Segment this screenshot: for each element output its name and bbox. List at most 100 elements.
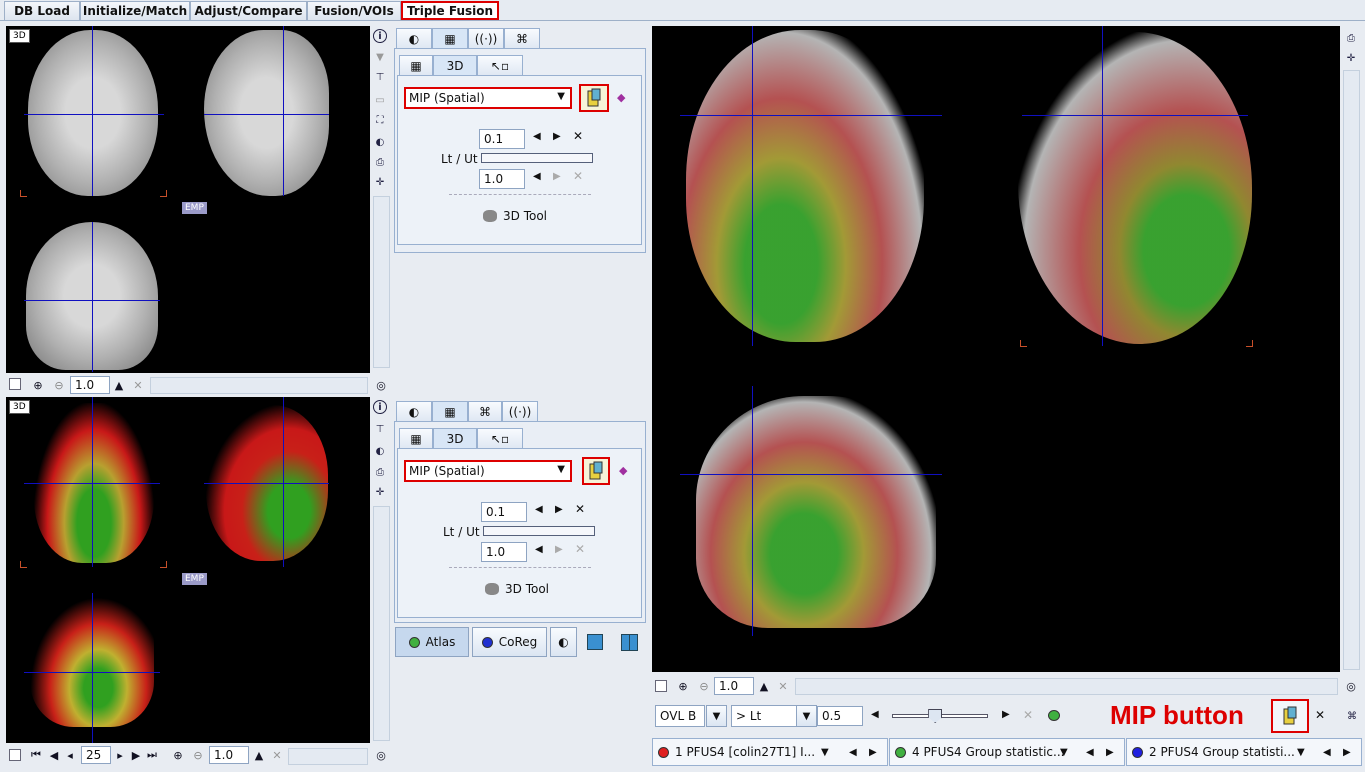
cursor-tool-icon[interactable]: ⌘ [1345, 709, 1359, 723]
zoom-out-icon[interactable]: ⊖ [51, 375, 67, 395]
prev-icon[interactable]: ◀ [1086, 747, 1094, 758]
mip-icon[interactable] [582, 457, 610, 485]
viewer-top-left[interactable]: 3D EMP [6, 26, 370, 373]
layout-icon[interactable]: ⊤ [373, 422, 387, 436]
close-icon[interactable]: ✕ [573, 169, 583, 183]
reset-icon[interactable]: ✕ [270, 745, 284, 765]
arrow-down-icon[interactable]: ▼ [373, 50, 387, 64]
slice-field[interactable]: 25 [81, 746, 111, 764]
upper-threshold-field[interactable]: 1.0 [481, 542, 527, 562]
layout-icon[interactable]: ⊤ [373, 70, 387, 84]
viewer-options-icon[interactable]: ◎ [1344, 676, 1358, 696]
tab-grid[interactable]: ▦ [432, 28, 468, 48]
viewer-options-icon[interactable]: ◎ [374, 745, 388, 765]
viewer-main[interactable] [652, 26, 1340, 672]
next-icon[interactable]: ▶ [1106, 747, 1114, 758]
info-icon[interactable]: i [373, 29, 387, 43]
print-icon[interactable]: ⎙ [373, 465, 387, 479]
tab-signal[interactable]: ((·)) [502, 401, 538, 421]
viewer-options-icon[interactable]: ◎ [374, 375, 388, 395]
lower-threshold-field[interactable]: 0.1 [479, 129, 525, 149]
chevron-down-icon[interactable]: ▼ [1060, 747, 1068, 758]
close-icon[interactable]: ✕ [1315, 708, 1325, 722]
reset-icon[interactable]: ✕ [776, 676, 790, 696]
zoom-field[interactable]: 1.0 [209, 746, 249, 764]
decrease-icon[interactable]: ◀ [533, 171, 541, 182]
zoom-up-icon[interactable]: ▲ [252, 745, 266, 765]
range-slider[interactable] [481, 153, 593, 163]
mip-icon[interactable] [579, 84, 609, 112]
info-icon[interactable]: i [373, 400, 387, 414]
fit-icon[interactable]: ⛶ [373, 113, 387, 127]
vertical-scrollbar[interactable] [1343, 70, 1360, 670]
series-item-1[interactable]: 1 PFUS4 [colin27T1] I... ▼ ◀ ▶ [652, 738, 888, 766]
overlay-mode-dropdown[interactable]: ▼ [706, 705, 727, 727]
threshold-mode-select[interactable]: > Lt [731, 705, 797, 727]
first-slice-icon[interactable]: ⏮ [29, 745, 43, 765]
crosshair-icon[interactable]: ✛ [373, 175, 387, 189]
prev-icon[interactable]: ◀ [849, 747, 857, 758]
increase-icon[interactable]: ▶ [1002, 709, 1010, 720]
mode-dropdown[interactable]: MIP (Spatial) ▼ [404, 87, 572, 109]
decrease-icon[interactable]: ◀ [535, 544, 543, 555]
tab-db-load[interactable]: DB Load [4, 1, 80, 20]
close-icon[interactable]: ✕ [1023, 708, 1033, 722]
horizontal-scrollbar[interactable] [288, 748, 368, 765]
last-slice-icon[interactable]: ⏭ [145, 745, 159, 765]
mode-dropdown[interactable]: MIP (Spatial) ▼ [404, 460, 572, 482]
zoom-field[interactable]: 1.0 [70, 376, 110, 394]
coreg-button[interactable]: CoReg [472, 627, 547, 657]
series-item-3[interactable]: 2 PFUS4 Group statisti... ▼ ◀ ▶ [1126, 738, 1362, 766]
upper-threshold-field[interactable]: 1.0 [479, 169, 525, 189]
palette-icon[interactable]: ◆ [617, 91, 631, 105]
crosshair-icon[interactable]: ✛ [1344, 51, 1358, 65]
close-icon[interactable]: ✕ [573, 129, 583, 143]
zoom-in-icon[interactable]: ⊕ [170, 745, 186, 765]
increase-icon[interactable]: ▶ [553, 131, 561, 142]
overlay-mode-select[interactable]: OVL B [655, 705, 705, 727]
3d-tool-button[interactable]: 3D Tool [485, 582, 549, 596]
increase-icon[interactable]: ▶ [555, 544, 563, 555]
zoom-up-icon[interactable]: ▲ [757, 676, 771, 696]
tab-cursor[interactable]: ⌘ [504, 28, 540, 48]
vertical-scrollbar[interactable] [373, 196, 390, 368]
increase-icon[interactable]: ▶ [553, 171, 561, 182]
prev-icon[interactable]: ◀ [1323, 747, 1331, 758]
zoom-out-icon[interactable]: ⊖ [696, 676, 712, 696]
horizontal-scrollbar[interactable] [795, 678, 1338, 695]
chevron-down-icon[interactable]: ▼ [1297, 747, 1305, 758]
mip-icon[interactable] [1271, 699, 1309, 733]
single-layout-icon[interactable] [587, 634, 603, 650]
close-icon[interactable]: ✕ [575, 502, 585, 516]
tab-adjust-compare[interactable]: Adjust/Compare [190, 1, 307, 20]
fusion-slider-thumb[interactable] [928, 709, 943, 723]
step-back-icon[interactable]: ◀ [47, 745, 61, 765]
reset-icon[interactable]: ✕ [131, 375, 145, 395]
palette-icon[interactable]: ◆ [619, 464, 633, 478]
threshold-value-field[interactable]: 0.5 [817, 706, 863, 726]
horizontal-scrollbar[interactable] [150, 377, 368, 394]
suv-icon[interactable]: ▭ [373, 93, 387, 107]
print-icon[interactable]: ⎙ [373, 155, 387, 169]
zoom-in-icon[interactable]: ⊕ [30, 375, 46, 395]
select-checkbox[interactable] [9, 378, 21, 390]
vertical-scrollbar[interactable] [373, 506, 390, 741]
tab-triple-fusion[interactable]: Triple Fusion [401, 1, 499, 20]
viewer-bottom-left[interactable]: 3D EMP [6, 397, 370, 743]
contrast-button[interactable]: ◐ [550, 627, 577, 657]
print-icon[interactable]: ⎙ [1344, 31, 1358, 45]
decrease-icon[interactable]: ◀ [535, 504, 543, 515]
decrease-icon[interactable]: ◀ [533, 131, 541, 142]
tab-grid[interactable]: ▦ [432, 401, 468, 421]
zoom-in-icon[interactable]: ⊕ [675, 676, 691, 696]
decrease-icon[interactable]: ◀ [871, 709, 879, 720]
green-dot-icon[interactable] [1048, 710, 1060, 721]
next-slice-icon[interactable]: ▸ [113, 745, 127, 765]
close-icon[interactable]: ✕ [575, 542, 585, 556]
tab-cursor[interactable]: ⌘ [468, 401, 502, 421]
subtab-grid[interactable]: ▦ [399, 428, 433, 448]
atlas-button[interactable]: Atlas [395, 627, 469, 657]
3d-tool-button[interactable]: 3D Tool [483, 209, 547, 223]
subtab-cursor[interactable]: ↖▫ [477, 55, 523, 75]
zoom-up-icon[interactable]: ▲ [112, 375, 126, 395]
